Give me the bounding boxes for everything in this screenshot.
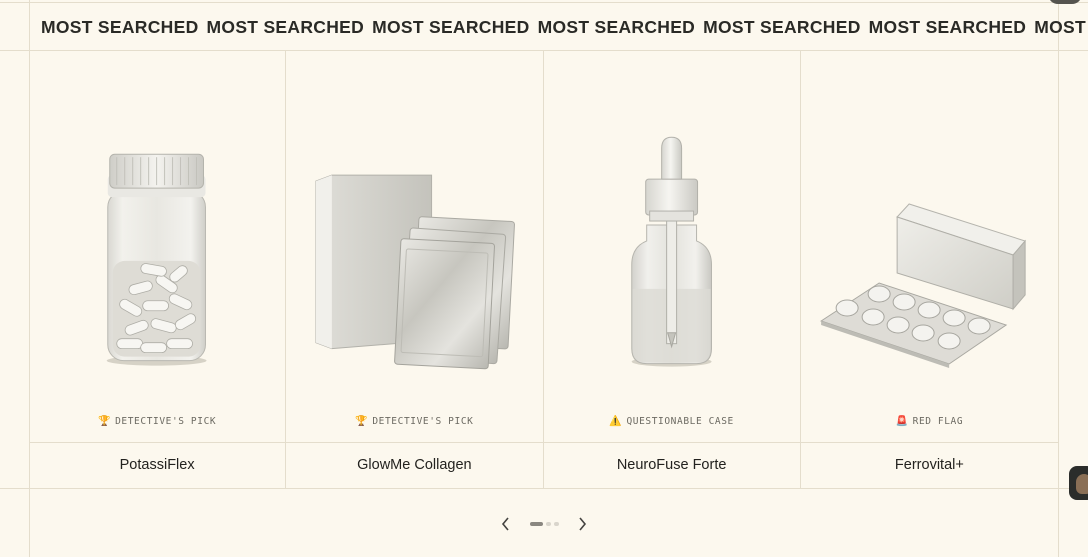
blister-pack-image (819, 203, 1026, 368)
dropper-bottle-image (630, 136, 712, 367)
ticker-item: MOST SEARCHED (1034, 17, 1088, 37)
warning-icon: ⚠️ (609, 416, 623, 427)
trophy-icon: 🏆 (98, 416, 112, 427)
chat-avatar-button[interactable] (1069, 466, 1088, 500)
page-dot-active[interactable] (530, 522, 543, 526)
page-dot[interactable] (554, 522, 559, 526)
product-card[interactable]: 🏆 DETECTIVE'S PICK GlowMe Collagen (286, 51, 544, 488)
ticker-item: MOST SEARCHED (537, 17, 696, 37)
avatar (1076, 474, 1088, 494)
ticker-item: MOST SEARCHED (703, 17, 861, 37)
red-flag-icon: 🚨 (895, 416, 909, 427)
product-name[interactable]: Ferrovital+ (801, 457, 1058, 473)
capsule-jar-image (106, 153, 207, 366)
card-divider (29, 442, 286, 443)
ticker-item: MOST SEARCHED (41, 17, 199, 37)
product-card[interactable]: 🏆 DETECTIVE'S PICK PotassiFlex (29, 51, 287, 488)
product-carousel: 🏆 DETECTIVE'S PICK PotassiFlex 🏆 DETECTIV (29, 51, 1058, 488)
badge-label: QUESTIONABLE CASE (626, 416, 734, 427)
page-dot[interactable] (546, 522, 551, 526)
next-button[interactable] (573, 512, 591, 536)
product-badge: ⚠️ QUESTIONABLE CASE (544, 416, 800, 427)
product-card[interactable]: ⚠️ QUESTIONABLE CASE NeuroFuse Forte (543, 51, 801, 488)
most-searched-ticker: MOST SEARCHED MOST SEARCHED MOST SEARCHE… (0, 3, 1088, 50)
badge-label: RED FLAG (912, 416, 964, 427)
sachet-box-image (315, 174, 516, 370)
carousel-pagination (497, 512, 591, 536)
frame-right-line (1058, 0, 1059, 557)
previous-button[interactable] (497, 512, 515, 536)
product-badge: 🚨 RED FLAG (801, 416, 1058, 427)
chevron-right-icon (579, 517, 587, 531)
page-dots (530, 522, 559, 526)
chevron-left-icon (501, 517, 509, 531)
product-badge: 🏆 DETECTIVE'S PICK (286, 416, 542, 427)
product-name[interactable]: PotassiFlex (29, 457, 285, 473)
ticker-item: MOST SEARCHED (206, 17, 365, 37)
card-divider (543, 442, 800, 443)
card-divider (286, 442, 543, 443)
ticker-item: MOST SEARCHED (372, 17, 530, 37)
product-name[interactable]: GlowMe Collagen (286, 457, 542, 473)
card-divider (800, 442, 1058, 443)
product-badge: 🏆 DETECTIVE'S PICK (29, 416, 285, 427)
product-card[interactable]: 🚨 RED FLAG Ferrovital+ (800, 51, 1058, 488)
ticker-item: MOST SEARCHED (868, 17, 1027, 37)
trophy-icon: 🏆 (355, 416, 369, 427)
badge-label: DETECTIVE'S PICK (115, 416, 217, 427)
cards-bottom-line (0, 488, 1088, 489)
badge-label: DETECTIVE'S PICK (372, 416, 474, 427)
product-name[interactable]: NeuroFuse Forte (544, 457, 800, 473)
